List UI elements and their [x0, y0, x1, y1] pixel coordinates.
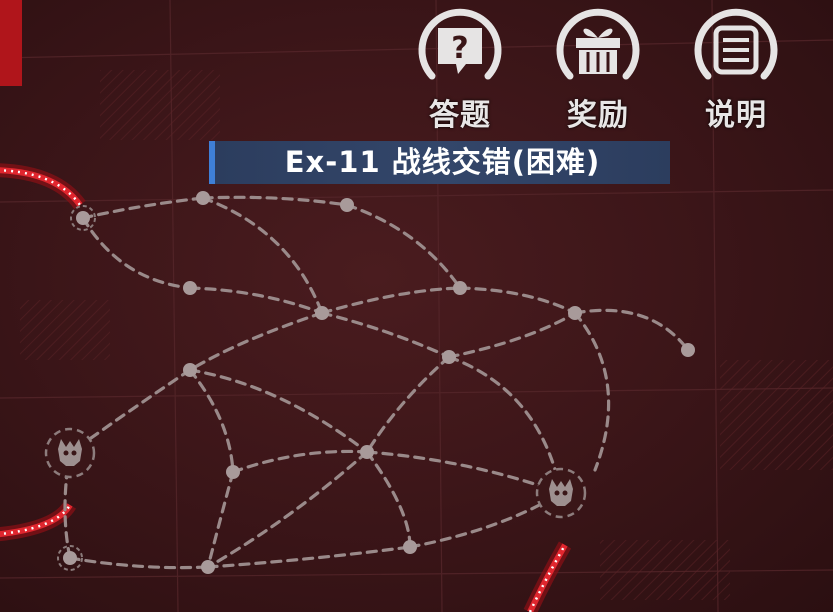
map-node: [681, 343, 695, 357]
map-node: [201, 560, 215, 574]
map-node: [315, 306, 329, 320]
enemy-node[interactable]: [535, 467, 587, 519]
map-paths: [63, 195, 690, 570]
map-node: [76, 211, 90, 225]
corner-flag: [0, 0, 22, 86]
demon-skull-icon: [549, 479, 573, 506]
map-node: [183, 363, 197, 377]
svg-text:?: ?: [451, 31, 468, 66]
map-node: [453, 281, 467, 295]
map-node: [403, 540, 417, 554]
red-arcs: [0, 163, 572, 612]
map-node: [226, 465, 240, 479]
reward-button[interactable]: 奖励: [550, 2, 646, 134]
map-node: [183, 281, 197, 295]
info-button-label: 说明: [705, 98, 767, 133]
stage-title: Ex-11 战线交错(困难): [209, 141, 670, 184]
map-node: [63, 551, 77, 565]
map-node: [360, 445, 374, 459]
map-node: [568, 306, 582, 320]
quiz-button-label: 答题: [429, 98, 491, 133]
reward-button-label: 奖励: [567, 98, 629, 133]
list-document-icon: [694, 8, 778, 80]
info-button[interactable]: 说明: [688, 2, 784, 134]
map-node: [442, 350, 456, 364]
map-screen: ? 答题 奖励 说明 Ex-11 战线交错(困难): [0, 0, 833, 612]
quiz-button[interactable]: ? 答题: [412, 2, 508, 134]
gift-box-icon: [556, 8, 640, 80]
map-nodes[interactable]: [57, 191, 695, 574]
question-bubble-icon: ?: [418, 8, 502, 80]
map-node: [196, 191, 210, 205]
map-node: [340, 198, 354, 212]
demon-skull-icon: [58, 439, 82, 466]
enemy-node[interactable]: [44, 427, 96, 479]
